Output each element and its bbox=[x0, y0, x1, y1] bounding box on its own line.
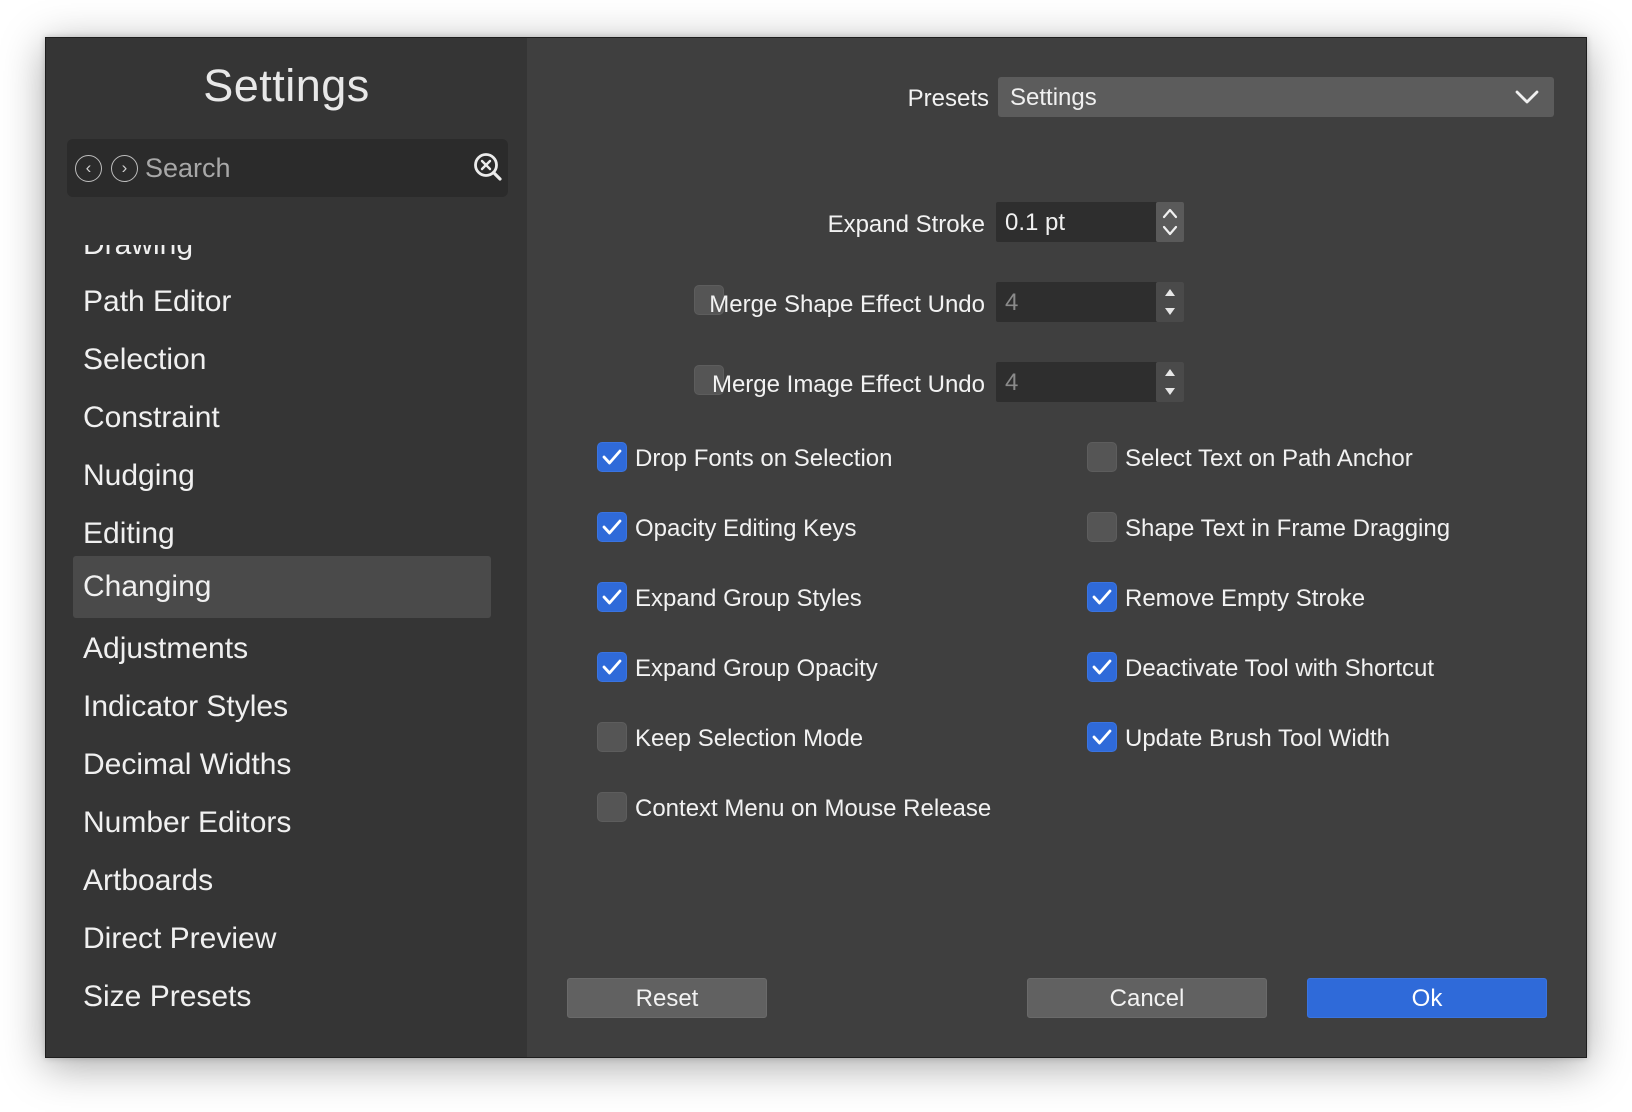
expand-stroke-value: 0.1 pt bbox=[1005, 209, 1066, 236]
sidebar-item-adjustments[interactable]: Adjustments bbox=[73, 618, 491, 680]
settings-content: Presets Settings Expand Stroke 0.1 pt Me… bbox=[527, 38, 1586, 1057]
chevron-down-icon bbox=[1515, 90, 1539, 104]
update-brush-tool-width-checkbox[interactable] bbox=[1087, 722, 1117, 752]
expand-group-styles-checkbox[interactable] bbox=[597, 582, 627, 612]
cancel-button[interactable]: Cancel bbox=[1027, 978, 1267, 1018]
expand-group-opacity-checkbox[interactable] bbox=[597, 652, 627, 682]
shape-text-in-frame-dragging-checkbox[interactable] bbox=[1087, 512, 1117, 542]
chevron-right-icon[interactable]: › bbox=[111, 155, 138, 182]
settings-window: Drawing Path Editor Selection Constraint… bbox=[45, 37, 1587, 1058]
select-text-on-path-anchor-checkbox[interactable] bbox=[1087, 442, 1117, 472]
presets-value: Settings bbox=[1010, 84, 1097, 111]
sidebar-item-path-editor[interactable]: Path Editor bbox=[73, 271, 491, 333]
sidebar-item-changing[interactable]: Changing bbox=[73, 556, 491, 618]
merge-shape-stepper[interactable] bbox=[1156, 282, 1184, 322]
keep-selection-mode-label[interactable]: Keep Selection Mode bbox=[635, 725, 863, 753]
merge-shape-field[interactable]: 4 bbox=[996, 282, 1184, 322]
chevron-left-icon[interactable]: ‹ bbox=[75, 155, 102, 182]
keep-selection-mode-checkbox[interactable] bbox=[597, 722, 627, 752]
sidebar-item-artboards[interactable]: Artboards bbox=[73, 850, 491, 912]
sidebar-item-selection[interactable]: Selection bbox=[73, 329, 491, 391]
drop-fonts-on-selection-label[interactable]: Drop Fonts on Selection bbox=[635, 445, 892, 473]
checkmark-icon bbox=[602, 589, 622, 605]
sidebar-item-number-editors[interactable]: Number Editors bbox=[73, 792, 491, 854]
search-clear-icon[interactable] bbox=[472, 152, 504, 184]
update-brush-tool-width-label[interactable]: Update Brush Tool Width bbox=[1125, 725, 1390, 753]
expand-stroke-label: Expand Stroke bbox=[827, 211, 985, 238]
search-input[interactable] bbox=[145, 149, 445, 187]
deactivate-tool-with-shortcut-checkbox[interactable] bbox=[1087, 652, 1117, 682]
merge-image-value: 4 bbox=[1005, 369, 1019, 396]
merge-image-field[interactable]: 4 bbox=[996, 362, 1184, 402]
deactivate-tool-with-shortcut-label[interactable]: Deactivate Tool with Shortcut bbox=[1125, 655, 1434, 683]
sidebar-title: Settings bbox=[203, 60, 370, 111]
ok-button[interactable]: Ok bbox=[1307, 978, 1547, 1018]
presets-label: Presets bbox=[907, 85, 989, 112]
sidebar-header: Settings ‹ › bbox=[46, 38, 527, 232]
sidebar-item-nudging[interactable]: Nudging bbox=[73, 445, 491, 507]
checkmark-icon bbox=[602, 449, 622, 465]
sidebar-item-guides[interactable]: Guides bbox=[73, 1024, 491, 1038]
sidebar-item-indicator-styles[interactable]: Indicator Styles bbox=[73, 676, 491, 738]
checkmark-icon bbox=[1092, 659, 1112, 675]
sidebar-item-constraint[interactable]: Constraint bbox=[73, 387, 491, 449]
remove-empty-stroke-label[interactable]: Remove Empty Stroke bbox=[1125, 585, 1365, 613]
opacity-editing-keys-checkbox[interactable] bbox=[597, 512, 627, 542]
opacity-editing-keys-label[interactable]: Opacity Editing Keys bbox=[635, 515, 856, 543]
merge-shape-label[interactable]: Merge Shape Effect Undo bbox=[709, 291, 985, 319]
reset-button[interactable]: Reset bbox=[567, 978, 767, 1018]
merge-shape-value: 4 bbox=[1005, 289, 1019, 316]
checkmark-icon bbox=[602, 519, 622, 535]
drop-fonts-on-selection-checkbox[interactable] bbox=[597, 442, 627, 472]
expand-group-styles-label[interactable]: Expand Group Styles bbox=[635, 585, 862, 613]
expand-stroke-field[interactable]: 0.1 pt bbox=[996, 202, 1184, 242]
checkmark-icon bbox=[1092, 589, 1112, 605]
shape-text-in-frame-dragging-label[interactable]: Shape Text in Frame Dragging bbox=[1125, 515, 1450, 543]
expand-stroke-stepper[interactable] bbox=[1156, 202, 1184, 242]
checkmark-icon bbox=[602, 659, 622, 675]
expand-group-opacity-label[interactable]: Expand Group Opacity bbox=[635, 655, 878, 683]
sidebar: Drawing Path Editor Selection Constraint… bbox=[46, 38, 527, 1057]
context-menu-on-mouse-release-label[interactable]: Context Menu on Mouse Release bbox=[635, 795, 991, 823]
search-box: ‹ › bbox=[67, 139, 508, 197]
sidebar-item-decimal-widths[interactable]: Decimal Widths bbox=[73, 734, 491, 796]
remove-empty-stroke-checkbox[interactable] bbox=[1087, 582, 1117, 612]
select-text-on-path-anchor-label[interactable]: Select Text on Path Anchor bbox=[1125, 445, 1413, 473]
sidebar-item-size-presets[interactable]: Size Presets bbox=[73, 966, 491, 1028]
sidebar-item-direct-preview[interactable]: Direct Preview bbox=[73, 908, 491, 970]
presets-dropdown[interactable]: Settings bbox=[998, 77, 1554, 117]
merge-image-label[interactable]: Merge Image Effect Undo bbox=[712, 371, 985, 399]
checkmark-icon bbox=[1092, 729, 1112, 745]
context-menu-on-mouse-release-checkbox[interactable] bbox=[597, 792, 627, 822]
merge-image-stepper[interactable] bbox=[1156, 362, 1184, 402]
